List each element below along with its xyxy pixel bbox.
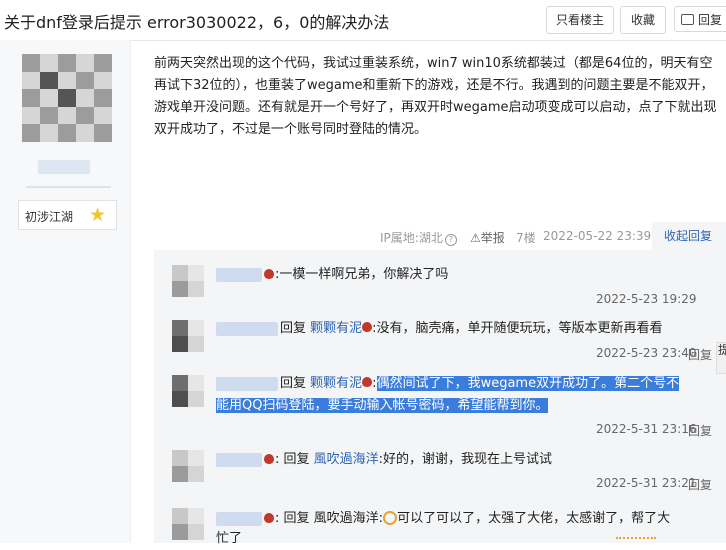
reply-target-name: 風吹過海洋 [313, 511, 379, 526]
reply-username-blurred[interactable] [216, 453, 262, 467]
only-op-button[interactable]: 只看楼主 [546, 6, 614, 34]
reply-text: 可以了可以了，太强了大佬，太感谢了，帮了大 [397, 511, 671, 526]
reply-text: 一模一样啊兄弟，你解决了吗 [279, 267, 449, 282]
chat-icon [681, 14, 694, 25]
reply-time: 2022-5-23 23:40 [596, 346, 697, 360]
decorative-dots [616, 537, 656, 545]
reply-target-link[interactable]: 風吹過海洋 [314, 452, 379, 467]
fan-badge-icon [264, 454, 274, 464]
selected-text: 能用QQ扫码登陆，要手动输入帐号密码，希望能帮到你。 [216, 398, 549, 413]
reply-target-link[interactable]: 颗颗有泥 [310, 321, 362, 336]
fan-badge-icon [264, 513, 274, 523]
avatar[interactable] [172, 508, 204, 540]
list-item: : 回复 風吹過海洋: 可以了可以了，太强了大佬，太感谢了，帮了大 [275, 511, 671, 526]
reply-time: 2022-5-31 23:21 [596, 476, 697, 490]
post-time: 2022-05-22 23:39 [543, 229, 652, 243]
reply-time: 2022-5-23 19:29 [596, 292, 697, 306]
reply-username-blurred[interactable] [216, 377, 278, 391]
reply-time: 2022-5-31 23:16 [596, 422, 697, 436]
reply-link[interactable]: 回复 [688, 476, 712, 493]
ip-location: IP属地:湖北? [380, 229, 457, 246]
avatar[interactable] [172, 450, 204, 482]
reply-text: :好的，谢谢，我现在上号试试 [378, 452, 553, 467]
author-panel: 初涉江湖 ★ [0, 40, 131, 543]
reply-username-blurred[interactable] [216, 268, 262, 282]
list-item-continued: 忙了 [216, 531, 243, 546]
thread-title: 关于dnf登录后提示 error3030022，6，0的解决办法 [4, 13, 390, 32]
side-tab[interactable]: 提 [716, 342, 726, 374]
help-icon[interactable]: ? [444, 234, 457, 246]
collapse-replies-button[interactable]: 收起回复 [652, 222, 726, 250]
selected-text: 偶然间试了下，我wegame双开成功了。第二个号不 [376, 376, 680, 391]
star-icon: ★ [89, 204, 107, 226]
fan-badge-icon [362, 322, 373, 332]
thread-header: 关于dnf登录后提示 error3030022，6，0的解决办法 只看楼主 收藏… [0, 0, 726, 41]
list-item: 回复 颗颗有泥:没有，脑壳痛，单开随便玩玩，等版本更新再看看 [280, 321, 663, 336]
reply-list: :一模一样啊兄弟，你解决了吗 2022-5-23 19:29 回复 颗颗有泥 :没… [154, 250, 726, 546]
list-item: : 回复 風吹過海洋:好的，谢谢，我现在上号试试 [275, 452, 553, 467]
floor-number: 7楼 [516, 231, 536, 245]
list-item: 回复 颗颗有泥:偶然间试了下，我wegame双开成功了。第二个号不 [280, 376, 680, 391]
list-item: :一模一样啊兄弟，你解决了吗 [275, 267, 449, 282]
author-name-blurred[interactable] [38, 160, 90, 174]
reply-target-link[interactable]: 颗颗有泥 [310, 376, 362, 391]
level-badge[interactable]: 初涉江湖 ★ [18, 200, 117, 230]
reply-text: :没有，脑壳痛，单开随便玩玩，等版本更新再看看 [372, 321, 663, 336]
avatar[interactable] [22, 54, 112, 142]
report-icon: ⚠ [470, 231, 481, 245]
reply-button-label: 回复 [698, 13, 723, 27]
report-link[interactable]: ⚠举报 [470, 229, 505, 246]
list-item-continued: 能用QQ扫码登陆，要手动输入帐号密码，希望能帮到你。 [216, 395, 549, 417]
reply-button[interactable]: 回复 [674, 6, 726, 32]
fan-badge-icon [264, 269, 274, 279]
level-title: 初涉江湖 [25, 210, 74, 224]
divider [26, 186, 111, 188]
post-content: 前两天突然出现的这个代码，我试过重装系统，win7 win10系统都装过（都是6… [154, 56, 717, 137]
favorite-button[interactable]: 收藏 [620, 6, 666, 34]
reply-username-blurred[interactable] [216, 322, 278, 336]
fan-badge-icon [362, 377, 373, 387]
avatar[interactable] [172, 320, 204, 352]
emoji-icon [383, 511, 398, 525]
reply-link[interactable]: 回复 [688, 422, 712, 439]
reply-link[interactable]: 回复 [688, 346, 712, 363]
avatar[interactable] [172, 265, 204, 297]
reply-username-blurred[interactable] [216, 512, 262, 526]
avatar[interactable] [172, 375, 204, 407]
